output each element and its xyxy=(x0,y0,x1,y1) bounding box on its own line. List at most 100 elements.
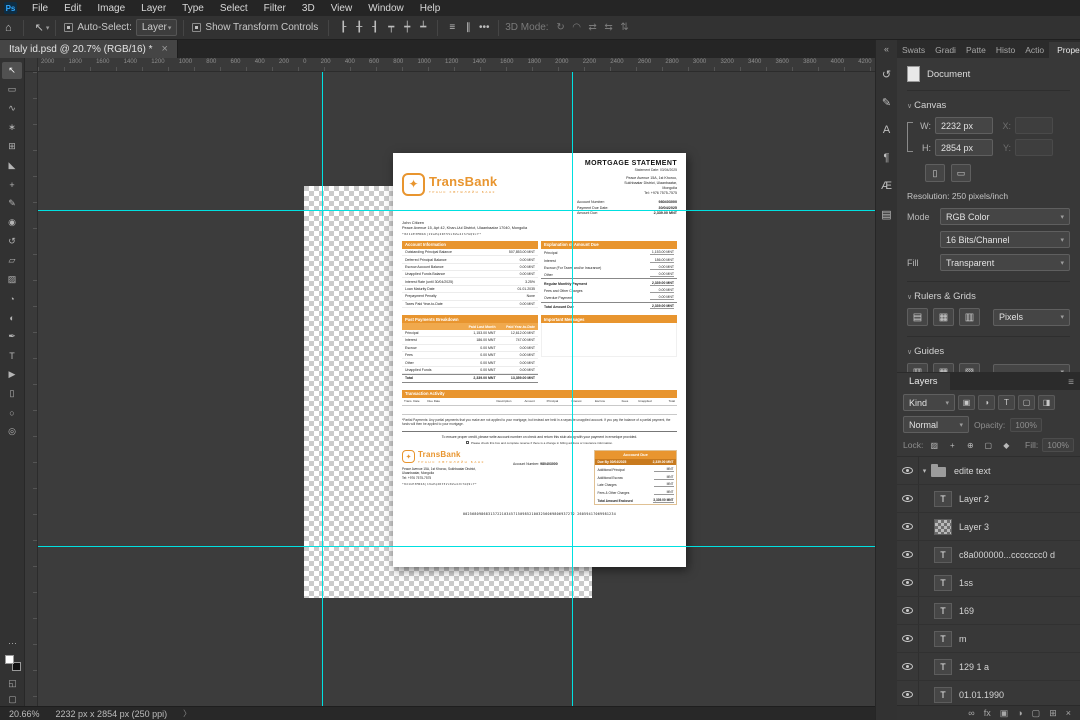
ruler-units-dropdown[interactable]: Pixels ▾ xyxy=(993,308,1070,326)
new-layer-icon[interactable]: ⊞ xyxy=(1049,708,1057,719)
align-right-icon[interactable]: ┨ xyxy=(367,22,383,33)
layer-thumbnail[interactable] xyxy=(930,464,947,477)
menu-item[interactable]: Filter xyxy=(256,0,294,16)
layer-filter-kind-dropdown[interactable]: Kind ▾ xyxy=(903,394,955,411)
menu-item[interactable]: 3D xyxy=(294,0,323,16)
align-center-h-icon[interactable]: ╂ xyxy=(351,22,367,33)
chevron-down-icon[interactable]: ▾ xyxy=(46,24,50,32)
lock-transparency-icon[interactable]: ▨ xyxy=(927,439,941,452)
visibility-eye-icon[interactable] xyxy=(897,569,919,596)
lock-artboard-icon[interactable]: ▢ xyxy=(981,439,995,452)
pen-tool[interactable]: ✒ xyxy=(2,328,22,345)
eraser-tool[interactable]: ▱ xyxy=(2,252,22,269)
fill-value[interactable]: 100% xyxy=(1042,438,1074,452)
layer-thumbnail[interactable] xyxy=(934,574,952,591)
toggle-grid-icon[interactable]: ▦ xyxy=(933,308,954,326)
panel-tab[interactable]: Patte xyxy=(961,42,991,58)
lasso-tool[interactable]: ∿ xyxy=(2,100,22,117)
menu-item[interactable]: Layer xyxy=(133,0,174,16)
layer-row[interactable]: 169 xyxy=(897,597,1080,625)
panel-tab[interactable]: Actio xyxy=(1020,42,1049,58)
move-tool[interactable]: ↖ xyxy=(2,62,22,79)
menu-item[interactable]: File xyxy=(24,0,56,16)
layer-row[interactable]: 1ss xyxy=(897,569,1080,597)
filter-shape-layers-icon[interactable]: ▢ xyxy=(1018,395,1035,410)
visibility-eye-icon[interactable] xyxy=(897,513,919,540)
height-field[interactable]: 2854 px xyxy=(935,139,993,156)
crop-tool[interactable]: ⊞ xyxy=(2,138,22,155)
ruler-origin-corner[interactable] xyxy=(25,58,38,72)
visibility-eye-icon[interactable] xyxy=(897,653,919,680)
horizontal-guide[interactable] xyxy=(38,546,875,547)
bit-depth-dropdown[interactable]: 16 Bits/Channel ▾ xyxy=(940,231,1070,248)
layer-thumbnail[interactable] xyxy=(934,686,952,703)
quick-mask-icon[interactable]: ◱ xyxy=(3,676,23,690)
align-top-icon[interactable]: ┯ xyxy=(383,22,399,33)
color-swatches[interactable] xyxy=(4,655,21,671)
panel-tab[interactable]: Gradi xyxy=(930,42,961,58)
guide-layout-icon[interactable]: ▦ xyxy=(933,363,954,372)
visibility-eye-icon[interactable] xyxy=(897,681,919,705)
layer-thumbnail[interactable] xyxy=(934,518,952,535)
tab-close-icon[interactable]: × xyxy=(162,43,168,55)
layer-mask-icon[interactable]: ▣ xyxy=(1000,708,1009,719)
layer-name[interactable]: 169 xyxy=(959,606,974,616)
guide-style-dropdown[interactable]: ———▾ xyxy=(993,363,1070,372)
layer-name[interactable]: 129 1 a xyxy=(959,662,989,672)
layer-name[interactable]: 01.01.1990 xyxy=(959,690,1004,700)
vertical-ruler[interactable] xyxy=(25,72,38,706)
visibility-eye-icon[interactable] xyxy=(897,541,919,568)
document-tab[interactable]: Italy id.psd @ 20.7% (RGB/16) * × xyxy=(0,40,178,58)
glyphs-panel-icon[interactable]: Æ xyxy=(878,178,896,194)
panel-menu-icon[interactable]: ≡ xyxy=(1062,377,1080,390)
new-guide-icon[interactable]: ▥ xyxy=(907,363,928,372)
filter-pixel-layers-icon[interactable]: ▣ xyxy=(958,395,975,410)
zoom-tool[interactable]: ◎ xyxy=(2,423,22,440)
guides-section-header[interactable]: Guides xyxy=(907,346,1070,357)
layer-row[interactable]: Layer 2 xyxy=(897,485,1080,513)
layer-thumbnail[interactable] xyxy=(934,602,952,619)
snap-icon[interactable]: ▥ xyxy=(959,308,980,326)
show-transform-checkbox[interactable] xyxy=(192,23,202,32)
toggle-rulers-icon[interactable]: ▤ xyxy=(907,308,928,326)
lock-all-icon[interactable]: ◆ xyxy=(999,439,1013,452)
layer-group-icon[interactable]: ▢ xyxy=(1032,708,1041,719)
layer-name[interactable]: Layer 2 xyxy=(959,494,989,504)
libraries-panel-icon[interactable]: ▤ xyxy=(878,206,896,222)
visibility-eye-icon[interactable] xyxy=(897,625,919,652)
lock-pixels-icon[interactable]: + xyxy=(945,439,959,452)
distribute-vertical-icon[interactable]: ≡ xyxy=(444,22,460,33)
visibility-eye-icon[interactable] xyxy=(897,597,919,624)
layer-name[interactable]: c8a000000...ccccccc0 d xyxy=(959,550,1055,560)
horizontal-guide[interactable] xyxy=(38,210,875,211)
auto-select-dropdown[interactable]: Layer ▾ xyxy=(135,19,178,36)
adjustment-layer-icon[interactable]: ◑ xyxy=(1017,708,1022,718)
gradient-tool[interactable]: ▨ xyxy=(2,271,22,288)
canvas[interactable]: ✦ TransBank ТРАНС ХӨГЖЛИЙН БАНК MORTGAGE… xyxy=(38,72,875,706)
paragraph-panel-icon[interactable]: ¶ xyxy=(878,150,896,166)
home-icon[interactable]: ⌂ xyxy=(0,22,17,34)
foreground-color-swatch[interactable] xyxy=(4,655,14,664)
panel-tab[interactable]: Histo xyxy=(991,42,1020,58)
marquee-tool[interactable]: ▭ xyxy=(2,81,22,98)
filter-smart-objects-icon[interactable]: ◨ xyxy=(1038,395,1055,410)
menu-item[interactable]: Window xyxy=(360,0,412,16)
horizontal-ruler[interactable]: 2000 1800 1600 1400 1200 1000 800 600 400 200 0 200… xyxy=(38,58,875,72)
landscape-orientation-button[interactable]: ▭ xyxy=(951,164,971,182)
align-bottom-icon[interactable]: ┷ xyxy=(415,22,431,33)
rulers-grids-section-header[interactable]: Rulers & Grids xyxy=(907,291,1070,302)
menu-item[interactable]: Select xyxy=(212,0,256,16)
layer-row[interactable]: 129 1 a xyxy=(897,653,1080,681)
hand-tool[interactable]: ○ xyxy=(2,404,22,421)
delete-layer-icon[interactable]: × xyxy=(1066,708,1071,718)
auto-select-checkbox[interactable] xyxy=(64,23,74,32)
canvas-fill-dropdown[interactable]: Transparent ▾ xyxy=(940,254,1070,271)
panel-tab[interactable]: Swats xyxy=(897,42,930,58)
vertical-guide[interactable] xyxy=(572,72,573,706)
filter-type-layers-icon[interactable]: T xyxy=(998,395,1015,410)
color-mode-dropdown[interactable]: RGB Color ▾ xyxy=(940,208,1070,225)
quick-selection-tool[interactable]: ∗ xyxy=(2,119,22,136)
layer-thumbnail[interactable] xyxy=(934,490,952,507)
layer-effects-icon[interactable]: fx xyxy=(984,708,991,718)
brush-tool[interactable]: ✎ xyxy=(2,195,22,212)
